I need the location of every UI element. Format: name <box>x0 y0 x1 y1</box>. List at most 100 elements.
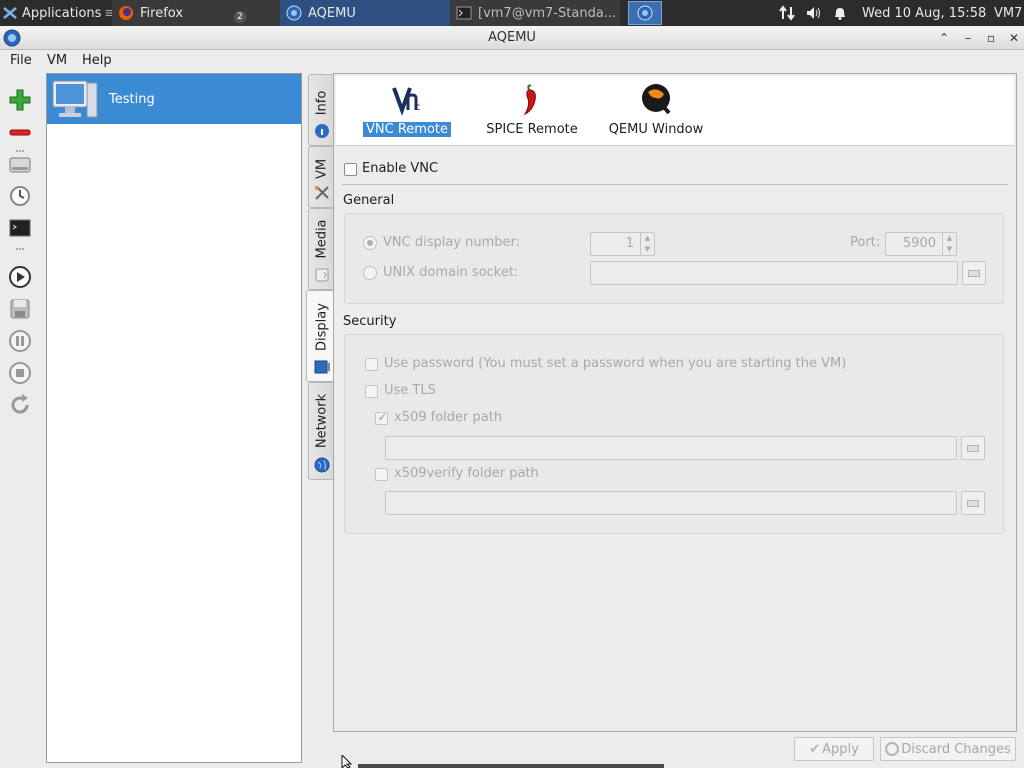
menu-vm[interactable]: VM <box>47 53 67 68</box>
network-icon[interactable] <box>776 0 798 26</box>
aqemu-workspace-icon <box>637 5 653 21</box>
task-label: AQEMU <box>308 5 356 21</box>
close-icon[interactable]: ✕ <box>1006 30 1022 46</box>
task-label: Firefox <box>140 5 184 21</box>
mode-qemu-window[interactable]: QEMU Window <box>604 82 708 137</box>
media-icon <box>315 268 329 282</box>
pause-vm-button[interactable] <box>6 327 34 355</box>
mode-label: VNC Remote <box>363 122 451 137</box>
port-spinbox[interactable]: 5900 ▲ ▼ <box>885 232 957 256</box>
horizontal-scrollbar[interactable] <box>358 764 664 768</box>
x509-folder-input[interactable] <box>385 436 957 460</box>
apply-button[interactable]: ✔ Apply <box>794 737 874 761</box>
clock[interactable]: Wed 10 Aug, 15:58 <box>862 0 986 26</box>
user-menu[interactable]: VM7 <box>994 0 1024 26</box>
mode-spice-remote[interactable]: SPICE Remote <box>482 82 582 137</box>
tools-icon <box>315 186 329 200</box>
shade-icon[interactable]: ⌃ <box>936 30 952 46</box>
x509verify-folder-browse-button[interactable] <box>961 491 985 515</box>
discard-changes-button[interactable]: Discard Changes <box>880 737 1016 761</box>
task-aqemu[interactable]: AQEMU <box>280 0 450 26</box>
mode-vnc-remote[interactable]: c VNC Remote <box>360 82 454 137</box>
task-terminal[interactable]: [vm7@vm7-Standa... <box>450 0 620 26</box>
plus-icon <box>9 89 31 111</box>
spinbox-value: 5900 <box>902 236 936 251</box>
workspace-switcher[interactable] <box>628 1 662 25</box>
harddisk-icon <box>9 157 31 173</box>
xfce-logo-icon <box>3 7 17 19</box>
tab-display-label: Display <box>314 303 329 351</box>
menubar: File VM Help <box>0 50 1024 72</box>
toolbar-separator <box>16 248 24 252</box>
x509-folder-checkbox[interactable]: ✓ <box>375 410 388 425</box>
applications-label: Applications <box>22 5 102 21</box>
computer-icon <box>52 80 98 118</box>
volume-icon[interactable] <box>802 0 824 26</box>
window-title: AQEMU <box>488 30 536 45</box>
vnc-logo-icon: c <box>392 87 421 116</box>
applications-menu[interactable]: Applications ≡ <box>0 0 112 26</box>
folder-icon <box>967 500 979 507</box>
x509-folder-browse-button[interactable] <box>961 436 985 460</box>
vm-console-button[interactable] <box>6 214 34 242</box>
notification-bell-icon[interactable] <box>830 0 850 26</box>
vnc-display-number-radio[interactable] <box>363 236 377 250</box>
vm-list[interactable]: Testing <box>46 73 302 763</box>
add-vm-button[interactable] <box>6 86 34 114</box>
menu-file[interactable]: File <box>10 53 32 68</box>
x509-folder-label: x509 folder path <box>394 410 503 425</box>
x509verify-folder-label: x509verify folder path <box>394 466 539 481</box>
minimize-icon[interactable]: – <box>960 30 976 46</box>
x509verify-folder-checkbox[interactable] <box>375 468 388 481</box>
vnc-display-number-spinbox[interactable]: 1 ▲ ▼ <box>590 232 655 256</box>
vm-snapshot-button[interactable] <box>6 182 34 210</box>
tab-network-label: Network <box>314 394 329 449</box>
svg-text:c: c <box>415 102 421 113</box>
cancel-icon <box>885 742 900 756</box>
reset-icon <box>11 394 29 414</box>
x509verify-folder-input[interactable] <box>385 491 957 515</box>
checkmark-icon: ✓ <box>377 410 388 424</box>
firefox-icon <box>119 6 133 20</box>
maximize-icon[interactable]: ▫ <box>983 30 999 46</box>
use-password-checkbox[interactable] <box>365 358 378 371</box>
save-vm-button[interactable] <box>6 295 34 323</box>
tab-info[interactable]: Info <box>308 74 334 146</box>
qemu-logo-icon <box>642 84 671 115</box>
divider <box>342 184 1008 185</box>
security-group: Use password (You must set a password wh… <box>344 334 1004 534</box>
folder-icon <box>968 270 980 277</box>
clock-icon <box>10 186 30 206</box>
globe-icon <box>314 457 330 473</box>
task-firefox[interactable]: 2 Firefox <box>112 0 280 26</box>
task-badge: 2 <box>234 11 246 23</box>
window-titlebar[interactable]: AQEMU ⌃ – ▫ ✕ <box>0 26 1024 50</box>
menu-arrow-icon: ≡ <box>104 5 112 21</box>
discard-label: Discard Changes <box>901 741 1011 757</box>
tab-media[interactable]: Media <box>308 208 334 290</box>
enable-vnc-checkbox[interactable] <box>344 163 357 176</box>
tab-network[interactable]: Network <box>308 382 334 480</box>
mode-label: SPICE Remote <box>486 122 578 137</box>
menu-help[interactable]: Help <box>82 53 112 68</box>
vm-name: Testing <box>109 91 155 107</box>
tab-display[interactable]: Display <box>306 290 336 382</box>
vm-disk-button[interactable] <box>6 150 34 178</box>
start-vm-button[interactable] <box>6 263 34 291</box>
tab-vm[interactable]: VM <box>308 146 334 208</box>
reset-vm-button[interactable] <box>6 391 34 419</box>
vm-list-item[interactable]: Testing <box>47 74 301 124</box>
use-password-label: Use password (You must set a password wh… <box>384 356 847 371</box>
floppy-icon <box>10 299 30 319</box>
unix-socket-label: UNIX domain socket: <box>383 265 519 280</box>
unix-socket-radio[interactable] <box>363 266 377 280</box>
info-icon <box>315 124 329 138</box>
unix-socket-input[interactable] <box>590 261 958 285</box>
stop-vm-button[interactable] <box>6 359 34 387</box>
chili-pepper-icon <box>523 84 536 116</box>
delete-vm-button[interactable] <box>6 118 34 146</box>
use-tls-label: Use TLS <box>384 383 436 398</box>
use-tls-checkbox[interactable] <box>365 385 378 398</box>
minus-icon <box>9 129 31 136</box>
unix-socket-browse-button[interactable] <box>962 261 986 285</box>
